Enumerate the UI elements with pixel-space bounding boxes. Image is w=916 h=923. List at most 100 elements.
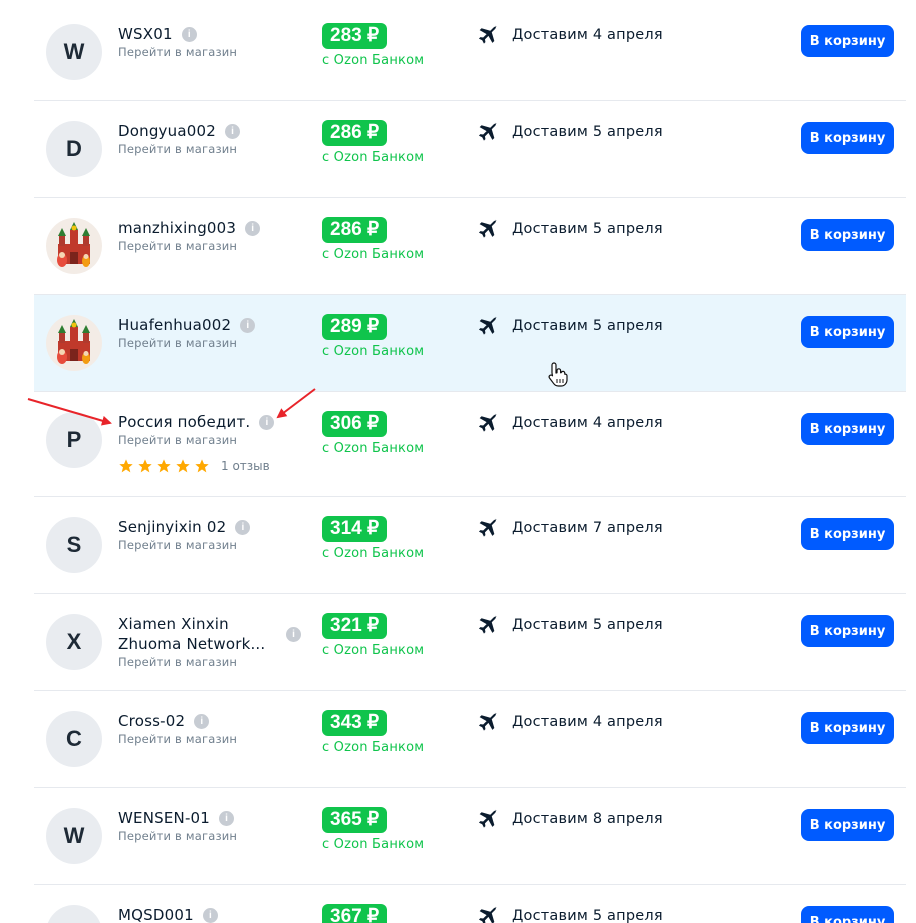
add-to-cart-button[interactable]: В корзину: [801, 122, 894, 154]
price-badge: 286 ₽: [322, 120, 388, 146]
plane-icon: [478, 809, 497, 828]
avatar-letter: X: [66, 629, 82, 654]
delivery-date: Доставим 5 апреля: [512, 124, 663, 140]
seller-name[interactable]: Dongyua002: [118, 121, 216, 141]
star-icon: [138, 459, 152, 473]
delivery-date: Доставим 5 апреля: [512, 221, 663, 237]
rating-stars[interactable]: 1 отзыв: [118, 458, 270, 474]
price-badge: 306 ₽: [322, 411, 388, 437]
delivery-date: Доставим 4 апреля: [512, 27, 663, 43]
seller-name[interactable]: Xiamen Xinxin Zhuoma Network...: [118, 614, 268, 654]
bank-label: с Ozon Банком: [322, 247, 425, 262]
avatar-letter: Р: [66, 427, 82, 452]
seller-name[interactable]: Huafenhua002: [118, 315, 231, 335]
plane-icon: [478, 413, 497, 432]
delivery-date: Доставим 7 апреля: [512, 520, 663, 536]
info-icon[interactable]: i: [219, 810, 235, 826]
seller-name[interactable]: Senjinyixin 02: [118, 517, 226, 537]
reviews-count[interactable]: 1 отзыв: [221, 459, 270, 473]
avatar[interactable]: W: [46, 808, 102, 864]
price-badge: 343 ₽: [322, 710, 388, 736]
avatar[interactable]: C: [46, 711, 102, 767]
avatar-letter: W: [63, 39, 85, 64]
delivery-date: Доставим 5 апреля: [512, 908, 663, 923]
info-icon[interactable]: i: [194, 713, 210, 729]
info-icon[interactable]: i: [286, 626, 301, 642]
seller-row: X Xiamen Xinxin Zhuoma Network... i Пере…: [34, 594, 906, 691]
price-badge: 286 ₽: [322, 217, 388, 243]
go-to-shop-link[interactable]: Перейти в магазин: [118, 239, 237, 253]
plane-icon: [478, 25, 497, 44]
bank-label: с Ozon Банком: [322, 546, 425, 561]
seller-row-highlighted: Huafenhua002 i Перейти в магазин 289 ₽ с…: [34, 295, 906, 392]
delivery-date: Доставим 4 апреля: [512, 714, 663, 730]
avatar[interactable]: D: [46, 121, 102, 177]
add-to-cart-button[interactable]: В корзину: [801, 25, 894, 57]
avatar[interactable]: W: [46, 24, 102, 80]
info-icon[interactable]: i: [224, 123, 240, 139]
info-icon[interactable]: i: [259, 414, 275, 430]
avatar[interactable]: X: [46, 614, 102, 670]
price-badge: 314 ₽: [322, 516, 388, 542]
info-icon[interactable]: i: [240, 317, 256, 333]
price-badge: 367 ₽: [322, 904, 388, 923]
add-to-cart-button[interactable]: В корзину: [801, 518, 894, 550]
info-icon[interactable]: i: [245, 220, 261, 236]
go-to-shop-link[interactable]: Перейти в магазин: [118, 142, 237, 156]
seller-name[interactable]: Cross-02: [118, 711, 185, 731]
price-badge: 321 ₽: [322, 613, 388, 639]
avatar-letter: D: [66, 136, 82, 161]
go-to-shop-link[interactable]: Перейти в магазин: [118, 433, 237, 447]
bank-label: с Ozon Банком: [322, 740, 425, 755]
avatar[interactable]: M: [46, 905, 102, 923]
price-badge: 289 ₽: [322, 314, 388, 340]
seller-name[interactable]: MQSD001: [118, 905, 194, 923]
seller-row: M MQSD001 i 367 ₽ Доставим 5 апреля В ко…: [34, 885, 906, 923]
seller-row: W WSX01 i Перейти в магазин 283 ₽ с Ozon…: [34, 0, 906, 101]
add-to-cart-button[interactable]: В корзину: [801, 413, 894, 445]
plane-icon: [478, 712, 497, 731]
avatar[interactable]: Р: [46, 412, 102, 468]
seller-name[interactable]: Россия победит.: [118, 412, 250, 432]
seller-name[interactable]: WSX01: [118, 24, 173, 44]
star-icon: [176, 459, 190, 473]
add-to-cart-button[interactable]: В корзину: [801, 219, 894, 251]
plane-icon: [478, 615, 497, 634]
go-to-shop-link[interactable]: Перейти в магазин: [118, 732, 237, 746]
kremlin-avatar-icon[interactable]: [46, 218, 102, 274]
delivery-date: Доставим 4 апреля: [512, 415, 663, 431]
kremlin-avatar-icon[interactable]: [46, 315, 102, 371]
add-to-cart-button[interactable]: В корзину: [801, 316, 894, 348]
add-to-cart-button[interactable]: В корзину: [801, 712, 894, 744]
bank-label: с Ozon Банком: [322, 150, 425, 165]
plane-icon: [478, 906, 497, 923]
plane-icon: [478, 316, 497, 335]
info-icon[interactable]: i: [235, 519, 251, 535]
go-to-shop-link[interactable]: Перейти в магазин: [118, 655, 237, 669]
delivery-date: Доставим 8 апреля: [512, 811, 663, 827]
bank-label: с Ozon Банком: [322, 344, 425, 359]
plane-icon: [478, 518, 497, 537]
go-to-shop-link[interactable]: Перейти в магазин: [118, 336, 237, 350]
delivery-date: Доставим 5 апреля: [512, 318, 663, 334]
price-badge: 365 ₽: [322, 807, 388, 833]
go-to-shop-link[interactable]: Перейти в магазин: [118, 45, 237, 59]
go-to-shop-link[interactable]: Перейти в магазин: [118, 538, 237, 552]
star-icon: [119, 459, 133, 473]
seller-name[interactable]: WENSEN-01: [118, 808, 210, 828]
avatar[interactable]: S: [46, 517, 102, 573]
seller-row: manzhixing003 i Перейти в магазин 286 ₽ …: [34, 198, 906, 295]
add-to-cart-button[interactable]: В корзину: [801, 906, 894, 923]
info-icon[interactable]: i: [202, 907, 218, 923]
seller-name[interactable]: manzhixing003: [118, 218, 236, 238]
add-to-cart-button[interactable]: В корзину: [801, 809, 894, 841]
add-to-cart-button[interactable]: В корзину: [801, 615, 894, 647]
delivery-date: Доставим 5 апреля: [512, 617, 663, 633]
plane-icon: [478, 219, 497, 238]
info-icon[interactable]: i: [181, 26, 197, 42]
seller-row: S Senjinyixin 02 i Перейти в магазин 314…: [34, 497, 906, 594]
star-icon: [157, 459, 171, 473]
star-icon: [195, 459, 209, 473]
avatar-letter: W: [63, 823, 85, 848]
go-to-shop-link[interactable]: Перейти в магазин: [118, 829, 237, 843]
